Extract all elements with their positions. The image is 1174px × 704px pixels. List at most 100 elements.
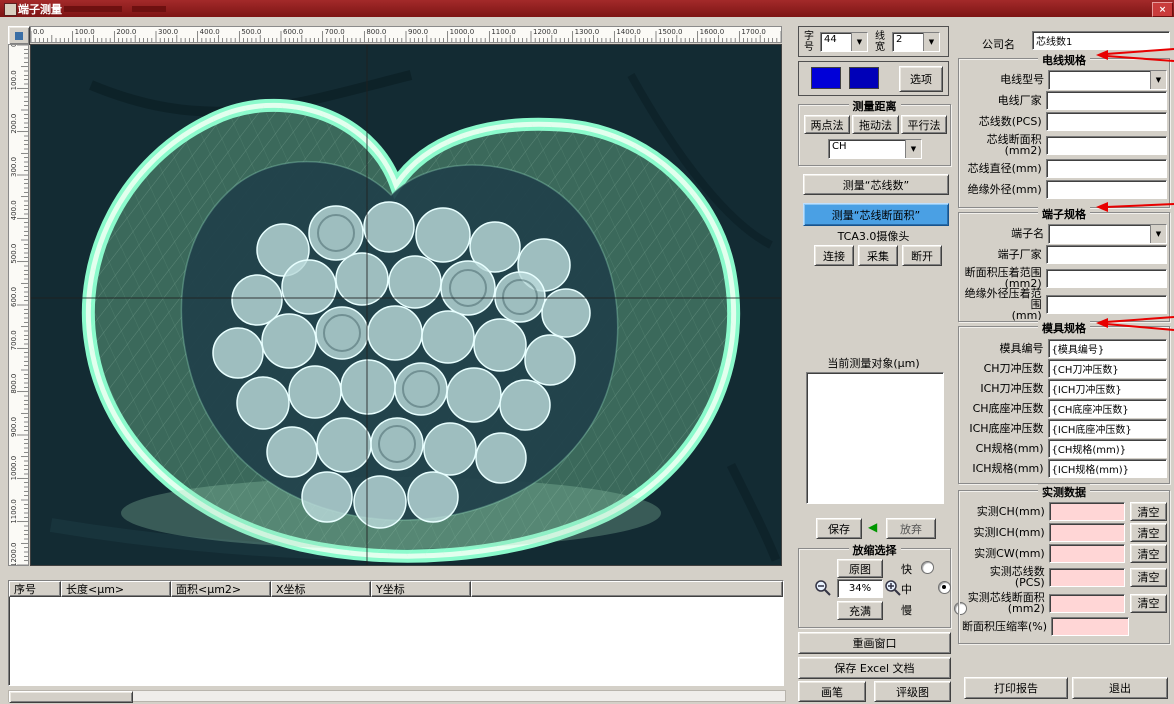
field-input[interactable] — [1045, 159, 1167, 178]
clear-button[interactable]: 清空 — [1129, 567, 1168, 587]
clear-button[interactable]: 清空 — [1129, 593, 1168, 613]
ch-select[interactable]: CH ▼ — [828, 139, 922, 159]
chevron-down-icon[interactable]: ▼ — [851, 33, 867, 51]
measurement-table[interactable]: 序号 长度<μm> 面积<μm2> X坐标 Y坐标 — [8, 580, 784, 686]
fill-color-swatch[interactable] — [849, 67, 879, 89]
column-header-y[interactable]: Y坐标 — [371, 581, 471, 597]
close-button[interactable]: × — [1152, 2, 1173, 17]
field-input[interactable]: {ICH规格(mm)} — [1047, 458, 1167, 478]
measure-core-count-button[interactable]: 测量“芯线数” — [803, 174, 949, 195]
svg-text:1100.0: 1100.0 — [10, 499, 18, 523]
specimen-view[interactable] — [30, 44, 782, 566]
pen-button[interactable]: 画笔 — [798, 681, 866, 702]
svg-text:1200.0: 1200.0 — [10, 543, 18, 566]
field-input[interactable] — [1045, 180, 1167, 199]
svg-text:600.0: 600.0 — [283, 28, 303, 36]
exit-button[interactable]: 退出 — [1072, 677, 1168, 699]
field-input[interactable] — [1045, 245, 1167, 264]
print-report-button[interactable]: 打印报告 — [964, 677, 1068, 699]
svg-text:600.0: 600.0 — [10, 287, 18, 307]
horizontal-scrollbar[interactable] — [8, 690, 786, 703]
grade-chart-button[interactable]: 评级图 — [874, 681, 951, 702]
fit-button[interactable]: 充满 — [837, 601, 883, 620]
line-color-swatch[interactable] — [811, 67, 841, 89]
current-target-list[interactable] — [806, 372, 944, 504]
field-select[interactable]: ▼ — [1048, 69, 1167, 90]
terminal-fields: 端子名 ▼ 端子厂家 断面积压着范围 (mm2) 绝缘外径压着范围 (mm) — [959, 213, 1169, 321]
measure-distance-group: 测量距离 两点法 拖动法 平行法 CH ▼ — [798, 98, 951, 166]
arrow-left-icon: ◀ — [868, 520, 878, 534]
field-input[interactable]: {模具编号} — [1047, 338, 1167, 358]
svg-text:1200.0: 1200.0 — [533, 28, 558, 36]
column-header-length[interactable]: 长度<μm> — [61, 581, 171, 597]
field-label: 断面积压着范围 (mm2) — [964, 266, 1042, 290]
zoom-out-icon[interactable] — [815, 580, 831, 596]
field-input[interactable] — [1048, 523, 1125, 542]
svg-text:400.0: 400.0 — [200, 28, 220, 36]
column-header-area[interactable]: 面积<μm2> — [171, 581, 271, 597]
speed-fast-label: 快 — [901, 563, 912, 576]
field-input[interactable]: {CH底座冲压数} — [1047, 398, 1167, 418]
field-input[interactable] — [1045, 91, 1167, 110]
zoom-in-icon[interactable] — [885, 580, 901, 596]
two-point-method-button[interactable]: 两点法 — [804, 115, 850, 134]
title-note-decoration — [132, 6, 166, 12]
clear-button[interactable]: 清空 — [1129, 502, 1168, 521]
chevron-down-icon[interactable]: ▼ — [905, 140, 921, 158]
chevron-down-icon[interactable]: ▼ — [923, 33, 939, 51]
field-row: ICH规格(mm) {ICH规格(mm)} — [959, 458, 1167, 478]
capture-button[interactable]: 采集 — [858, 245, 898, 266]
field-label: 断面积压缩率(%) — [961, 620, 1047, 633]
field-label: ICH刀冲压数 — [980, 381, 1044, 395]
font-size-select[interactable]: 44 ▼ — [820, 32, 868, 52]
speed-fast-radio[interactable] — [921, 561, 934, 574]
field-input[interactable] — [1051, 617, 1129, 636]
svg-text:1500.0: 1500.0 — [658, 28, 683, 36]
scrollbar-thumb[interactable] — [9, 691, 133, 703]
options-button[interactable]: 选项 — [899, 66, 943, 92]
line-width-select[interactable]: 2 ▼ — [892, 32, 940, 52]
field-input[interactable] — [1045, 268, 1167, 288]
column-header-index[interactable]: 序号 — [9, 581, 61, 597]
field-input[interactable]: {ICH底座冲压数} — [1047, 418, 1167, 438]
discard-button[interactable]: 放弃 — [886, 518, 936, 539]
zoom-group: 放缩选择 原图 快 34% 中 充满 慢 — [798, 542, 967, 628]
clear-button[interactable]: 清空 — [1129, 544, 1168, 563]
field-input[interactable] — [1045, 294, 1167, 314]
redraw-window-button[interactable]: 重画窗口 — [798, 632, 951, 654]
original-size-button[interactable]: 原图 — [837, 559, 883, 578]
column-header-x[interactable]: X坐标 — [271, 581, 371, 597]
clear-button[interactable]: 清空 — [1129, 523, 1168, 542]
field-label: 实测芯线断面积 (mm2) — [967, 591, 1045, 615]
disconnect-button[interactable]: 断开 — [902, 245, 942, 266]
svg-text:100.0: 100.0 — [75, 28, 95, 36]
field-row: 电线厂家 — [959, 90, 1167, 111]
field-input[interactable] — [1045, 112, 1167, 131]
parallel-method-button[interactable]: 平行法 — [901, 115, 947, 134]
connect-button[interactable]: 连接 — [814, 245, 854, 266]
ruler-origin-button[interactable] — [8, 26, 30, 45]
field-input[interactable]: {CH规格(mm)} — [1047, 438, 1167, 458]
field-input[interactable] — [1048, 544, 1125, 563]
speed-mid-radio[interactable] — [937, 581, 951, 594]
camera-label: TCA3.0摄像头 — [837, 230, 910, 243]
chevron-down-icon[interactable]: ▼ — [1150, 224, 1166, 243]
field-input[interactable]: {ICH刀冲压数} — [1047, 378, 1167, 398]
field-input[interactable] — [1048, 567, 1125, 587]
field-input[interactable] — [1045, 135, 1167, 155]
chevron-down-icon[interactable]: ▼ — [1150, 70, 1166, 89]
field-row: CH底座冲压数 {CH底座冲压数} — [959, 398, 1167, 418]
field-input[interactable] — [1048, 593, 1125, 613]
field-select[interactable]: ▼ — [1048, 223, 1167, 244]
drag-method-button[interactable]: 拖动法 — [852, 115, 899, 134]
field-label: 实测CH(mm) — [976, 505, 1045, 518]
field-row: 绝缘外径(mm) — [959, 179, 1167, 200]
field-select-value — [1049, 225, 1150, 243]
field-input[interactable] — [1048, 502, 1125, 521]
field-input[interactable]: {CH刀冲压数} — [1047, 358, 1167, 378]
measure-core-area-button[interactable]: 测量“芯线断面积” — [803, 203, 949, 226]
close-icon: × — [1158, 4, 1167, 15]
svg-text:700.0: 700.0 — [325, 28, 345, 36]
save-excel-button[interactable]: 保存 Excel 文档 — [798, 657, 951, 679]
save-button[interactable]: 保存 — [816, 518, 862, 539]
